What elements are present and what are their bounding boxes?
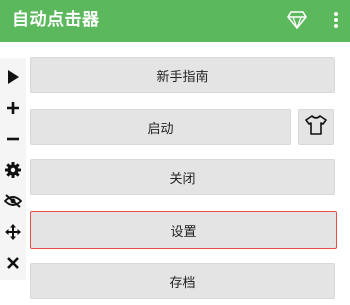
skin-button[interactable] [298, 109, 334, 145]
minus-icon[interactable] [0, 126, 26, 152]
diamond-icon[interactable] [286, 8, 308, 32]
eye-off-icon[interactable] [0, 188, 26, 214]
more-vert-icon[interactable] [326, 8, 346, 32]
plus-icon[interactable] [0, 95, 26, 121]
close-button[interactable]: 关闭 [30, 159, 335, 195]
floating-toolbar [0, 58, 26, 280]
close-icon[interactable] [0, 250, 26, 276]
start-button[interactable]: 启动 [30, 109, 291, 145]
gear-icon[interactable] [0, 157, 26, 183]
move-icon[interactable] [0, 219, 26, 245]
guide-button[interactable]: 新手指南 [30, 57, 335, 93]
save-button[interactable]: 存档 [30, 263, 335, 299]
settings-button[interactable]: 设置 [30, 211, 337, 249]
app-title: 自动点击器 [12, 10, 100, 30]
play-icon[interactable] [0, 64, 26, 90]
tshirt-icon [305, 115, 327, 139]
app-bar: 自动点击器 [0, 0, 350, 42]
